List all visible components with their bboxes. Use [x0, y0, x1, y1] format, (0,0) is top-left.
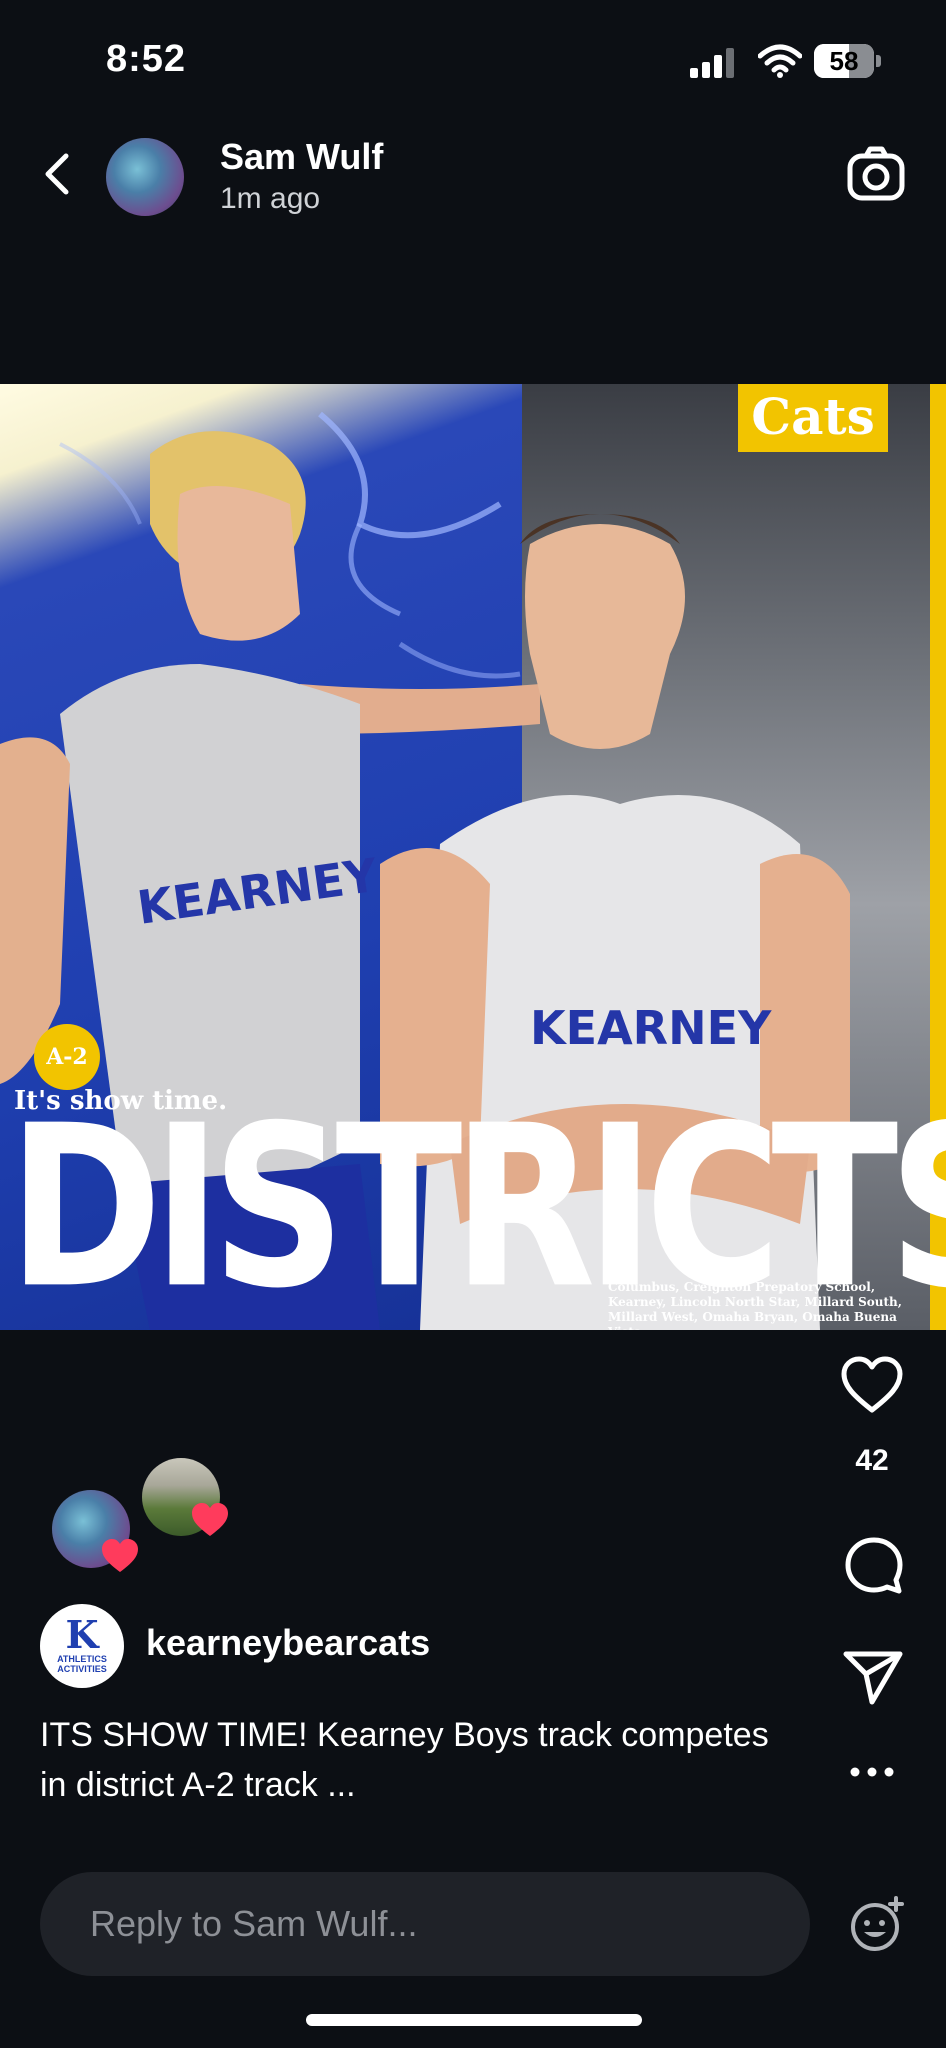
heart-reaction-icon	[102, 1539, 138, 1572]
shared-post-image[interactable]: KEARNEY KEARNEY Cats A-2 It's show time.…	[0, 384, 946, 1330]
send-icon[interactable]	[842, 1650, 904, 1706]
battery-percentage: 58	[829, 46, 859, 76]
post-caption[interactable]: ITS SHOW TIME! Kearney Boys track compet…	[40, 1710, 800, 1810]
more-options-icon[interactable]	[850, 1764, 894, 1780]
back-chevron-icon[interactable]	[40, 148, 76, 200]
poster-username[interactable]: kearneybearcats	[146, 1622, 430, 1664]
poster-avatar[interactable]: K ATHLETICS ACTIVITIES	[40, 1604, 124, 1688]
camera-icon[interactable]	[846, 144, 906, 204]
status-bar: 8:52 58	[0, 0, 946, 120]
user-avatar[interactable]	[106, 138, 184, 216]
cats-badge: Cats	[738, 384, 888, 452]
poster-logo-subtext: ATHLETICS ACTIVITIES	[57, 1654, 107, 1674]
heart-reaction-icon	[192, 1503, 228, 1536]
wifi-icon	[758, 44, 802, 78]
heart-icon[interactable]	[840, 1356, 904, 1416]
reply-input[interactable]	[40, 1872, 810, 1976]
like-count: 42	[855, 1444, 889, 1477]
reply-field[interactable]	[40, 1872, 810, 1976]
home-indicator	[306, 2014, 642, 2026]
story-timestamp: 1m ago	[220, 182, 321, 215]
story-username[interactable]: Sam Wulf	[220, 136, 383, 178]
story-header: Sam Wulf 1m ago	[0, 120, 946, 230]
jersey-text-right: KEARNEY	[530, 1001, 772, 1055]
poster-logo-letter: K	[65, 1612, 99, 1657]
status-time: 8:52	[106, 38, 187, 80]
schools-list: Columbus, Creighton Prepatory School, Ke…	[608, 1280, 902, 1330]
battery-indicator: 58	[814, 44, 882, 80]
add-reaction-emoji-icon[interactable]	[848, 1896, 906, 1954]
comment-icon[interactable]	[844, 1536, 904, 1596]
cellular-signal-icon	[690, 48, 734, 78]
